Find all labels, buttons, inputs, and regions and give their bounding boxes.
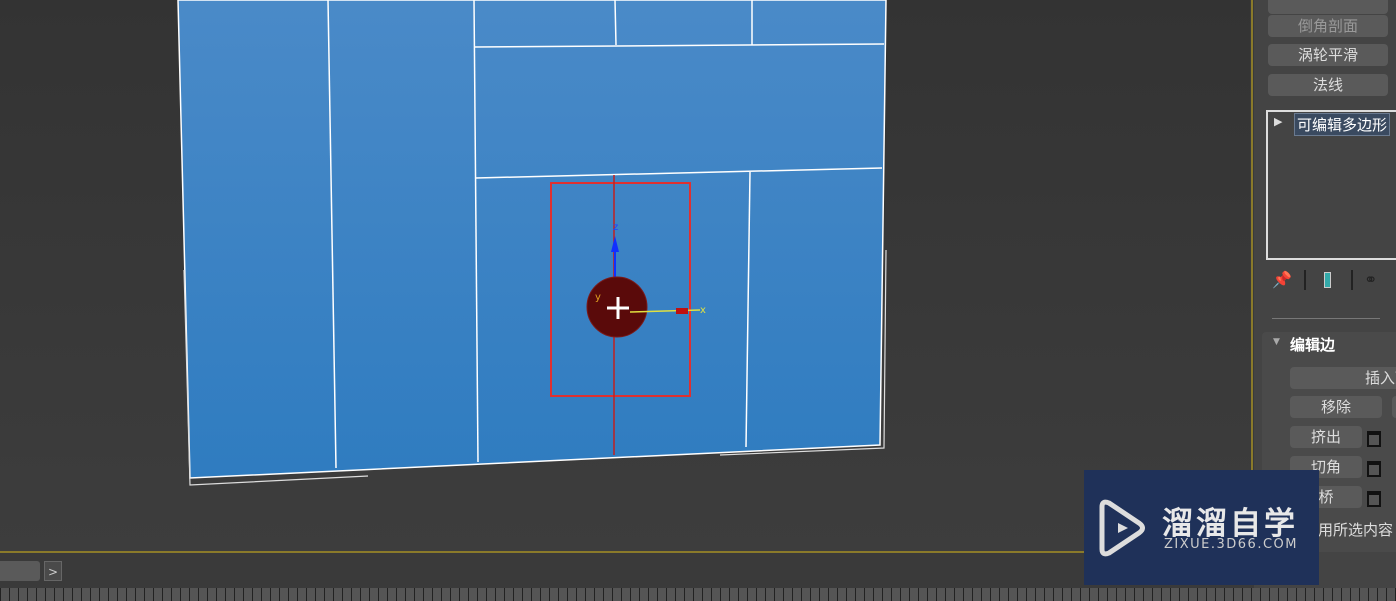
watermark: 溜溜自学 ZIXUE.3D66.COM [1084, 470, 1319, 585]
timeline-ruler[interactable] [0, 588, 1396, 601]
make-unique-icon[interactable]: ⚭ [1364, 270, 1377, 289]
play-logo-icon [1099, 499, 1145, 557]
bridge-settings-icon[interactable] [1367, 491, 1381, 507]
extrude-button[interactable]: 挤出 [1290, 426, 1362, 448]
viewport-border [1251, 0, 1253, 551]
show-end-result-icon[interactable] [1324, 272, 1331, 288]
next-frame-button[interactable]: > [44, 561, 62, 581]
plane-mesh [177, 0, 887, 479]
normal-button[interactable]: 法线 [1268, 74, 1388, 96]
turbosmooth-button[interactable]: 涡轮平滑 [1268, 44, 1388, 66]
expand-triangle-icon[interactable]: ▶ [1274, 115, 1282, 128]
z-axis-label: z [613, 222, 618, 233]
insert-vertex-button[interactable]: 插入顶 [1290, 367, 1396, 389]
collapse-icon[interactable]: ▼ [1273, 337, 1280, 347]
scene: z x y [177, 0, 887, 486]
timeline-border [0, 551, 1252, 553]
watermark-url: ZIXUE.3D66.COM [1164, 537, 1298, 552]
use-selection-label: 用所选内容 [1318, 521, 1394, 539]
x-axis-label: x [700, 305, 706, 316]
time-slider[interactable] [0, 561, 40, 581]
split-button[interactable] [1392, 396, 1396, 418]
top-button[interactable] [1268, 0, 1388, 14]
remove-button[interactable]: 移除 [1290, 396, 1382, 418]
bevel-profile-button[interactable]: 倒角剖面 [1268, 15, 1388, 37]
viewport[interactable]: z x y [0, 0, 1250, 551]
extrude-settings-icon[interactable] [1367, 431, 1381, 447]
chamfer-settings-icon[interactable] [1367, 461, 1381, 477]
rollout-title[interactable]: 编辑边 [1290, 334, 1335, 355]
y-axis-label: y [595, 292, 601, 303]
stack-item-editable-poly[interactable]: 可编辑多边形 [1294, 113, 1391, 136]
pin-icon[interactable]: 📌 [1272, 270, 1292, 289]
modifier-stack[interactable]: ▶ 可编辑多边形 [1266, 110, 1396, 260]
